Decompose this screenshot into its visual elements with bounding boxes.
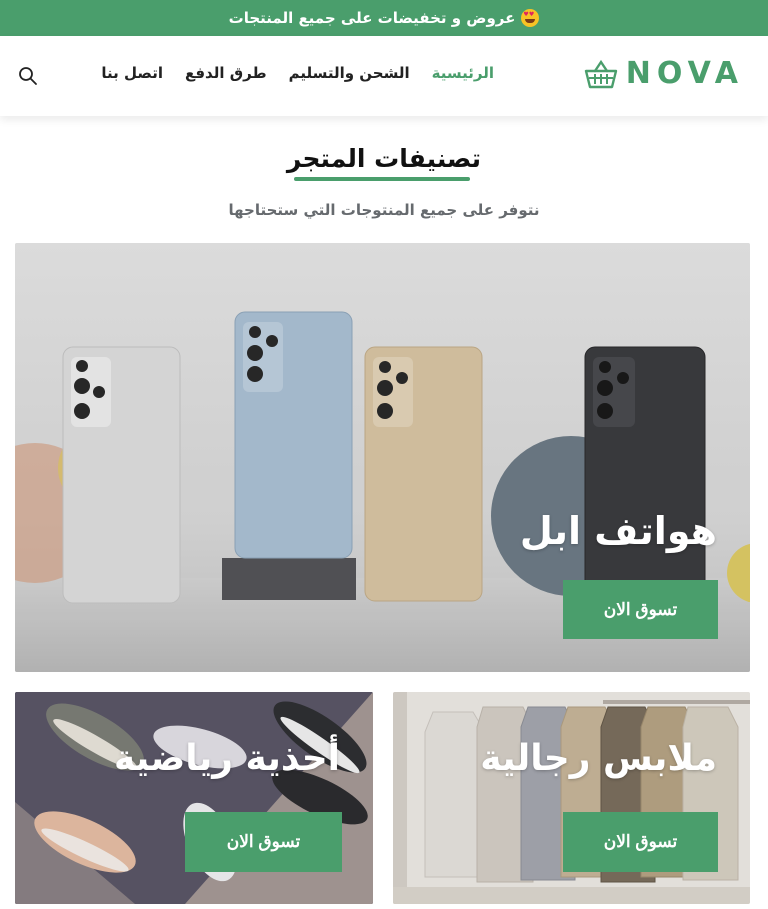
section-title: تصنيفات المتجر xyxy=(286,144,482,173)
category-card-shoes[interactable]: أحذية رياضية تسوق الان xyxy=(15,692,373,904)
category-card-clothes[interactable]: ملابس رجالية تسوق الان xyxy=(393,692,750,904)
star-struck-face-icon xyxy=(521,9,540,27)
shop-now-button-phones[interactable]: تسوق الان xyxy=(563,580,718,639)
basket-icon xyxy=(584,59,617,88)
nav-item-payment[interactable]: طرق الدفع xyxy=(185,64,267,82)
nav-item-contact[interactable]: اتصل بنا xyxy=(101,64,163,82)
search-icon[interactable] xyxy=(18,66,38,86)
logo-text: NOVA xyxy=(625,56,744,91)
category-card-phones[interactable]: هواتف ابل تسوق الان xyxy=(15,243,750,672)
main-nav: الرئيسية الشحن والتسليم طرق الدفع اتصل ب… xyxy=(101,64,494,82)
category-title-phones: هواتف ابل xyxy=(519,509,717,553)
category-title-shoes: أحذية رياضية xyxy=(113,738,340,779)
shoes-image xyxy=(15,692,373,904)
section-subtitle: نتوفر على جميع المنتوجات التي ستحتاجها xyxy=(228,201,540,219)
clothes-image xyxy=(393,692,750,904)
category-title-clothes: ملابس رجالية xyxy=(480,738,717,779)
announcement-text: عروض و تخفيضات على جميع المنتجات xyxy=(228,9,516,27)
logo[interactable]: NOVA xyxy=(584,56,744,91)
shop-now-button-shoes[interactable]: تسوق الان xyxy=(185,812,342,872)
announcement-bar: عروض و تخفيضات على جميع المنتجات xyxy=(0,0,768,36)
nav-item-shipping[interactable]: الشحن والتسليم xyxy=(289,64,410,82)
title-underline xyxy=(294,177,470,181)
site-header: NOVA الرئيسية الشحن والتسليم طرق الدفع ا… xyxy=(0,36,768,116)
nav-item-home[interactable]: الرئيسية xyxy=(432,64,494,82)
shop-now-button-clothes[interactable]: تسوق الان xyxy=(563,812,718,872)
